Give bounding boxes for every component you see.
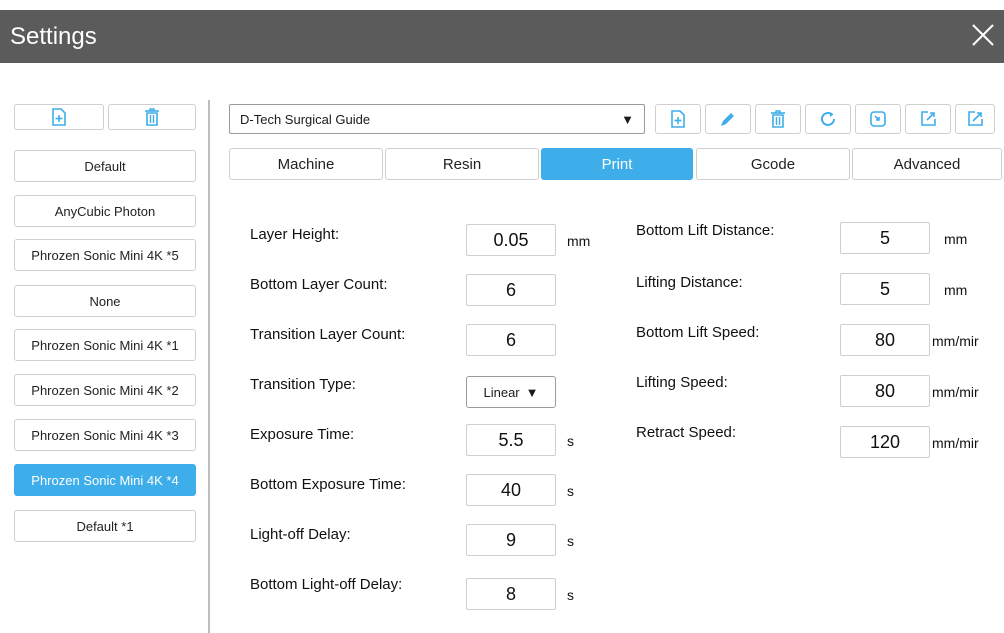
- bottom-exposure-time-input[interactable]: 40: [466, 474, 556, 506]
- transition-layer-count-label: Transition Layer Count:: [250, 326, 406, 343]
- bottom-lift-speed-input[interactable]: 80: [840, 324, 930, 356]
- exposure-time-input[interactable]: 5.5: [466, 424, 556, 456]
- retract-speed-unit: mm/mir: [932, 435, 979, 451]
- preset-item-selected[interactable]: Phrozen Sonic Mini 4K *4: [14, 464, 196, 496]
- lifting-distance-input[interactable]: 5: [840, 273, 930, 305]
- light-off-delay-input[interactable]: 9: [466, 524, 556, 556]
- dropdown-arrow-icon: ▼: [525, 384, 539, 400]
- layer-height-unit: mm: [567, 233, 591, 249]
- lifting-distance-unit: mm: [944, 282, 968, 298]
- exposure-time-label: Exposure Time:: [250, 426, 355, 443]
- add-file-icon: [52, 108, 66, 126]
- panel-divider: [208, 100, 210, 633]
- exposure-time-unit: s: [567, 433, 574, 449]
- bottom-exposure-time-label: Bottom Exposure Time:: [250, 476, 406, 493]
- top-strip: [0, 0, 1004, 10]
- window-title: Settings: [10, 23, 97, 50]
- trash-icon: [771, 110, 785, 128]
- lifting-distance-label: Lifting Distance:: [636, 274, 743, 291]
- bottom-lift-distance-label: Bottom Lift Distance:: [636, 222, 775, 239]
- bottom-layer-count-input[interactable]: 6: [466, 274, 556, 306]
- delete-preset-button[interactable]: [108, 104, 196, 130]
- lifting-speed-unit: mm/mir: [932, 384, 979, 400]
- transition-type-value: Linear: [483, 384, 520, 400]
- preset-item[interactable]: Phrozen Sonic Mini 4K *2: [14, 374, 196, 406]
- import-icon: [870, 111, 886, 127]
- bottom-lift-distance-unit: mm: [944, 231, 968, 247]
- tab-machine[interactable]: Machine: [229, 148, 383, 180]
- transition-type-select[interactable]: Linear ▼: [466, 376, 556, 408]
- preset-item[interactable]: Default: [14, 150, 196, 182]
- lifting-speed-label: Lifting Speed:: [636, 374, 728, 391]
- title-bar: Settings: [0, 10, 1004, 63]
- tab-gcode[interactable]: Gcode: [696, 148, 850, 180]
- light-off-delay-label: Light-off Delay:: [250, 526, 351, 543]
- retract-speed-input[interactable]: 120: [840, 426, 930, 458]
- preset-item[interactable]: AnyCubic Photon: [14, 195, 196, 227]
- refresh-icon: [821, 111, 835, 126]
- trash-icon: [145, 108, 159, 126]
- bottom-lift-distance-input[interactable]: 5: [840, 222, 930, 254]
- tab-resin[interactable]: Resin: [385, 148, 539, 180]
- bottom-lift-speed-label: Bottom Lift Speed:: [636, 324, 760, 341]
- tab-print[interactable]: Print: [541, 148, 693, 180]
- layer-height-label: Layer Height:: [250, 226, 340, 243]
- bottom-lift-speed-unit: mm/mir: [932, 333, 979, 349]
- profile-select-value: D-Tech Surgical Guide: [240, 111, 371, 127]
- bottom-layer-count-label: Bottom Layer Count:: [250, 276, 388, 293]
- bottom-exposure-time-unit: s: [567, 483, 574, 499]
- bottom-light-off-delay-label: Bottom Light-off Delay:: [250, 576, 403, 593]
- layer-height-input[interactable]: 0.05: [466, 224, 556, 256]
- export-button[interactable]: [905, 104, 951, 134]
- light-off-delay-unit: s: [567, 533, 574, 549]
- dropdown-arrow-icon: ▼: [621, 112, 634, 127]
- export-alt-button[interactable]: [955, 104, 995, 134]
- preset-item[interactable]: Phrozen Sonic Mini 4K *5: [14, 239, 196, 271]
- preset-item[interactable]: Phrozen Sonic Mini 4K *3: [14, 419, 196, 451]
- lifting-speed-input[interactable]: 80: [840, 375, 930, 407]
- transition-layer-count-input[interactable]: 6: [466, 324, 556, 356]
- add-preset-button[interactable]: [14, 104, 104, 130]
- bottom-light-off-delay-input[interactable]: 8: [466, 578, 556, 610]
- export-icon: [921, 111, 936, 126]
- bottom-light-off-delay-unit: s: [567, 587, 574, 603]
- pencil-icon: [721, 113, 734, 126]
- preset-item[interactable]: Default *1: [14, 510, 196, 542]
- delete-profile-button[interactable]: [755, 104, 801, 134]
- refresh-button[interactable]: [805, 104, 851, 134]
- tab-advanced[interactable]: Advanced: [852, 148, 1002, 180]
- export-alt-icon: [968, 111, 983, 126]
- preset-item[interactable]: Phrozen Sonic Mini 4K *1: [14, 329, 196, 361]
- edit-profile-button[interactable]: [705, 104, 751, 134]
- preset-item[interactable]: None: [14, 285, 196, 317]
- add-profile-button[interactable]: [655, 104, 701, 134]
- profile-select[interactable]: D-Tech Surgical Guide ▼: [229, 104, 645, 134]
- import-button[interactable]: [855, 104, 901, 134]
- retract-speed-label: Retract Speed:: [636, 424, 737, 441]
- close-icon[interactable]: [970, 22, 996, 48]
- add-file-icon: [671, 110, 685, 128]
- transition-type-label: Transition Type:: [250, 376, 356, 393]
